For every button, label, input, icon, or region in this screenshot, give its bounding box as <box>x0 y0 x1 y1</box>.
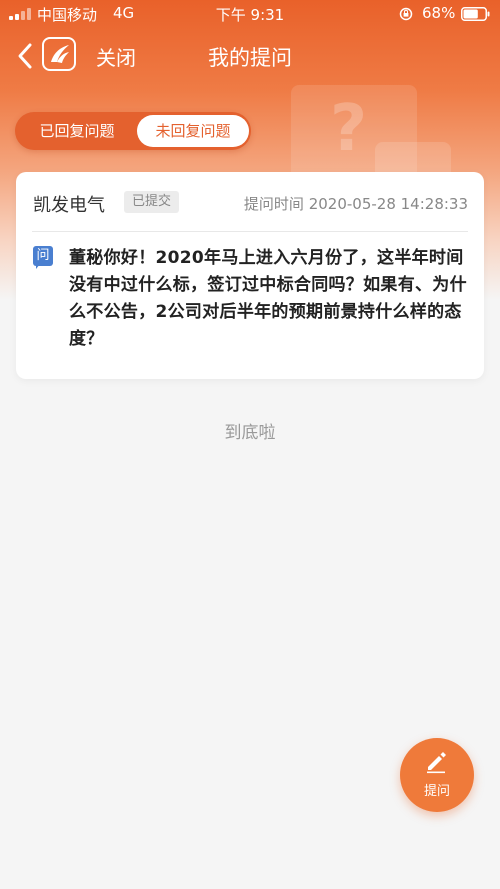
ask-question-label: 提问 <box>423 784 450 799</box>
app-logo-icon <box>42 37 76 71</box>
back-arrow-icon[interactable] <box>15 41 37 71</box>
pencil-icon <box>427 752 446 774</box>
divider <box>32 231 468 232</box>
battery-percent: 68% <box>422 4 456 22</box>
tab-switcher: 已回复问题 未回复问题 <box>15 112 251 150</box>
rotation-lock-icon <box>399 7 413 21</box>
navigation-bar: 关闭 我的提问 <box>0 28 500 84</box>
tab-answered[interactable]: 已回复问题 <box>19 112 135 150</box>
status-badge: 已提交 <box>124 191 180 213</box>
question-badge-label: 问 <box>33 246 53 266</box>
list-end-text: 到底啦 <box>224 423 276 443</box>
question-card[interactable]: 凯发电气 已提交 提问时间 2020-05-28 14:28:33 问 董秘你好… <box>16 172 484 379</box>
tab-unanswered[interactable]: 未回复问题 <box>137 115 249 147</box>
submit-time: 提问时间 2020-05-28 14:28:33 <box>243 195 468 213</box>
close-button[interactable]: 关闭 <box>96 42 136 71</box>
question-text: 董秘你好！2020年马上进入六月份了，这半年时间没有中过什么标，签订过中标合同吗… <box>69 248 467 349</box>
battery-icon <box>461 7 490 21</box>
status-bar: 中国移动 4G 下午 9:31 68% <box>0 0 500 28</box>
ask-question-button[interactable]: 提问 <box>400 738 474 812</box>
question-mark-icon: ? <box>330 92 368 166</box>
question-badge-icon: 问 <box>33 246 53 270</box>
company-name: 凯发电气 <box>33 195 105 216</box>
